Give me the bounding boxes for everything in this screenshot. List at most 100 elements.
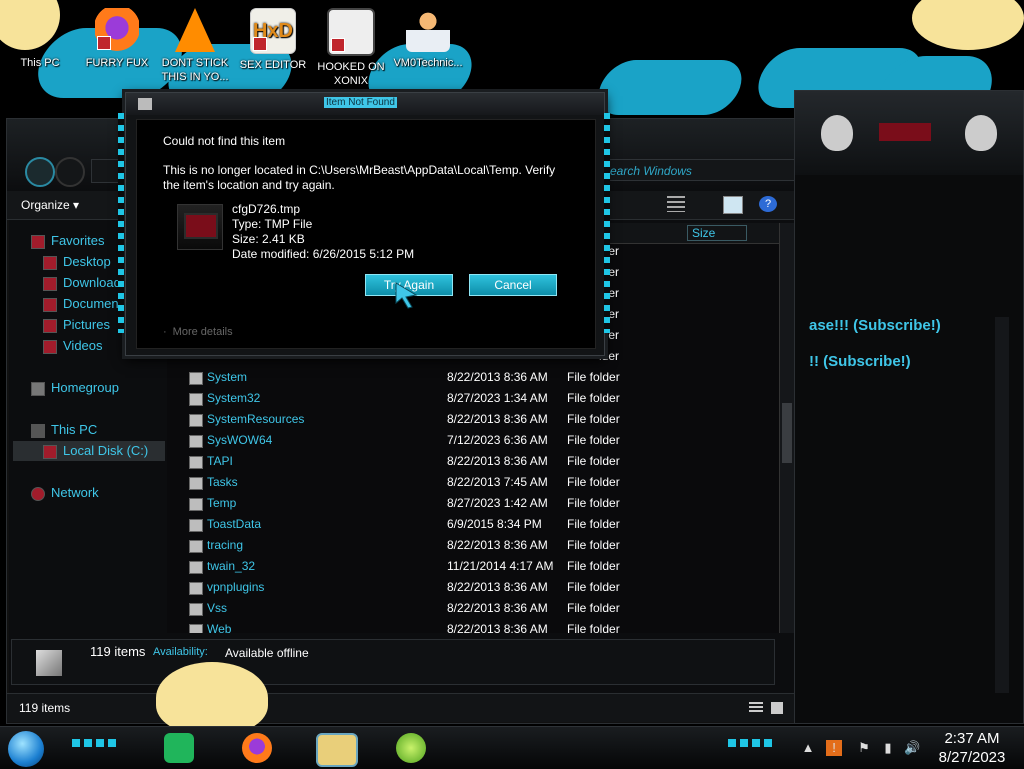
- help-icon[interactable]: ?: [759, 196, 777, 212]
- network-icon: [31, 486, 45, 501]
- desktop-icon-hxd[interactable]: HxD SEX EDITOR: [235, 8, 311, 72]
- nav-pictures[interactable]: Pictures: [43, 315, 110, 335]
- cell-type: File folder: [567, 433, 620, 447]
- table-row[interactable]: ToastData 6/9/2015 8:34 PM File folder: [167, 514, 779, 535]
- cartoon-sticker-bottom: [156, 662, 268, 734]
- table-row[interactable]: TAPI 8/22/2013 8:36 AM File folder: [167, 451, 779, 472]
- file-explorer-taskbar-icon[interactable]: [316, 733, 358, 767]
- file-list-scrollbar[interactable]: [779, 223, 794, 633]
- homegroup-icon: [31, 381, 45, 396]
- folder-icon: [189, 498, 203, 511]
- table-row[interactable]: System 8/22/2013 8:36 AM File folder: [167, 367, 779, 388]
- column-size[interactable]: Size: [687, 225, 747, 241]
- nav-documents[interactable]: Documen: [43, 294, 119, 314]
- alien-head-icon: [821, 115, 853, 151]
- desktop-icon-xonix[interactable]: HOOKED ON XONIX: [313, 8, 389, 88]
- details-file-icon: [36, 650, 62, 676]
- cell-date: 11/21/2014 4:17 AM: [447, 559, 554, 573]
- desktop-icon-label: VM0Technic...: [393, 57, 463, 69]
- desktop-icon-vlc[interactable]: DONT STICK THIS IN YO...: [157, 8, 233, 84]
- table-row[interactable]: SystemResources 8/22/2013 8:36 AM File fol…: [167, 409, 779, 430]
- file-name: cfgD726.tmp: [232, 202, 301, 216]
- folder-icon: [189, 414, 203, 427]
- nav-label: This PC: [51, 422, 98, 437]
- folder-icon: [189, 477, 203, 490]
- table-row[interactable]: Temp 8/27/2023 1:42 AM File folder: [167, 493, 779, 514]
- nav-downloads[interactable]: Download: [43, 273, 121, 293]
- nav-network[interactable]: Network: [31, 483, 99, 503]
- cell-type: File folder: [567, 412, 620, 426]
- nav-label: Download: [63, 275, 121, 290]
- hxd-editor-icon: HxD: [250, 8, 296, 54]
- security-alert-icon[interactable]: !: [826, 740, 842, 756]
- drive-icon: [43, 444, 57, 459]
- table-row[interactable]: SysWOW64 7/12/2023 6:36 AM File folder: [167, 430, 779, 451]
- flag-icon[interactable]: ⚑: [856, 740, 872, 756]
- tiles-view-icon[interactable]: [771, 702, 783, 714]
- table-row[interactable]: twain_32 11/21/2014 4:17 AM File folder: [167, 556, 779, 577]
- folder-icon: [189, 372, 203, 385]
- cell-date: 8/22/2013 8:36 AM: [447, 412, 548, 426]
- search-input[interactable]: Search Windows: [597, 159, 797, 181]
- nav-videos[interactable]: Videos: [43, 336, 103, 356]
- gadget-scrollbar[interactable]: [995, 317, 1009, 693]
- preview-pane-icon[interactable]: [723, 196, 743, 214]
- show-hidden-icons-icon[interactable]: ▲: [800, 740, 816, 756]
- organize-button[interactable]: Organize ▾: [21, 195, 101, 215]
- scrollbar-thumb[interactable]: [782, 403, 792, 463]
- forward-button[interactable]: [55, 157, 85, 187]
- dialog-message: This is no longer located in C:\Users\Mr…: [163, 163, 556, 192]
- dialog-led-strip-right: [604, 113, 610, 333]
- nav-label: Pictures: [63, 317, 110, 332]
- cancel-button[interactable]: Cancel: [469, 274, 557, 296]
- cell-date: 8/22/2013 8:36 AM: [447, 370, 548, 384]
- lime-app-icon[interactable]: [396, 733, 426, 763]
- details-view-icon[interactable]: [749, 702, 763, 714]
- table-row[interactable]: Vss 8/22/2013 8:36 AM File folder: [167, 598, 779, 619]
- volume-icon[interactable]: 🔊: [904, 740, 920, 756]
- cell-name: SystemResources: [207, 412, 305, 426]
- nav-label: Videos: [63, 338, 103, 353]
- table-row[interactable]: System32 8/27/2023 1:34 AM File folder: [167, 388, 779, 409]
- dialog-heading: Could not find this item: [163, 134, 286, 148]
- desktop-icon-label: DONT STICK THIS IN YO...: [161, 57, 229, 83]
- back-button[interactable]: [25, 157, 55, 187]
- cell-name: TAPI: [207, 454, 233, 468]
- view-options-icon[interactable]: [667, 196, 685, 212]
- cell-name: System: [207, 370, 248, 384]
- table-row[interactable]: tracing 8/22/2013 8:36 AM File folder: [167, 535, 779, 556]
- nav-desktop[interactable]: Desktop: [43, 252, 111, 272]
- table-row[interactable]: Web 8/22/2013 8:36 AM File folder: [167, 619, 779, 633]
- desktop-icon-label: This PC: [20, 57, 60, 69]
- computer-icon: [31, 423, 45, 438]
- more-details-toggle[interactable]: More details: [163, 326, 233, 338]
- nav-local-disk[interactable]: Local Disk (C:): [13, 441, 165, 461]
- table-row[interactable]: vpnplugins 8/22/2013 8:36 AM File folder: [167, 577, 779, 598]
- alien-head-icon: [965, 115, 997, 151]
- cell-type: File folder: [567, 601, 620, 615]
- notes-app-icon[interactable]: [164, 733, 194, 763]
- network-icon[interactable]: ▮: [880, 740, 896, 756]
- start-button[interactable]: [8, 731, 44, 767]
- nav-favorites[interactable]: Favorites: [31, 231, 104, 251]
- cell-name: Tasks: [207, 475, 238, 489]
- folder-icon: [189, 624, 203, 633]
- game-icon: [327, 8, 375, 56]
- desktop-icon-vm0[interactable]: VM0Technic...: [390, 8, 466, 70]
- cell-date: 8/22/2013 8:36 AM: [447, 622, 548, 633]
- clock-date: 8/27/2023: [938, 749, 1006, 766]
- nav-homegroup[interactable]: Homegroup: [31, 378, 119, 398]
- pictures-icon: [43, 318, 57, 333]
- firefox-icon[interactable]: [242, 733, 272, 763]
- details-pane: 119 items Availability: Available offlin…: [11, 639, 775, 685]
- table-row[interactable]: Tasks 8/22/2013 7:45 AM File folder: [167, 472, 779, 493]
- desktop-icon-label: HOOKED ON XONIX: [317, 61, 385, 87]
- system-clock[interactable]: 2:37 AM 8/27/2023: [930, 729, 1014, 767]
- cell-name: System32: [207, 391, 261, 405]
- desktop-icon-firefox[interactable]: FURRY FUX: [79, 8, 155, 70]
- cell-name: ToastData: [207, 517, 262, 531]
- file-modified: Date modified: 6/26/2015 5:12 PM: [232, 247, 415, 261]
- folder-icon: [189, 393, 203, 406]
- cell-name: Temp: [207, 496, 237, 510]
- nav-this-pc[interactable]: This PC: [31, 420, 97, 440]
